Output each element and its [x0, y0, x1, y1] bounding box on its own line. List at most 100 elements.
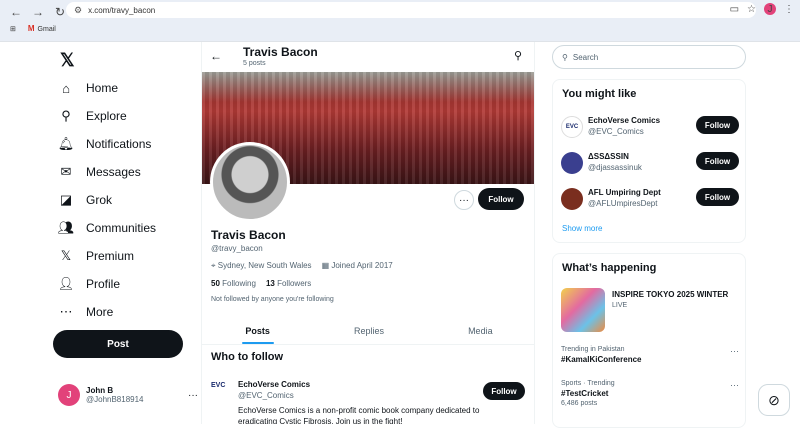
tab-media[interactable]: Media	[425, 317, 534, 344]
follow-note: Not followed by anyone you're following	[211, 296, 334, 303]
who-to-follow-title: Who to follow	[211, 351, 284, 363]
more-dots-icon[interactable]: ···	[730, 346, 739, 356]
avatar: EVC	[561, 116, 583, 138]
person-icon: 👤︎	[57, 276, 75, 291]
sidebar-item-messages[interactable]: ✉ Messages	[58, 164, 141, 180]
browser-actions: ▭ ☆ J ⋮	[730, 3, 794, 15]
search-icon: ⚲	[61, 108, 71, 123]
more-options-button[interactable]: ···	[454, 190, 474, 210]
back-arrow-icon[interactable]: ←	[8, 4, 24, 20]
joined-date: ▦ Joined April 2017	[322, 261, 393, 271]
location-text: Sydney, New South Wales	[217, 261, 312, 270]
suggestion-row[interactable]: AFL Umpiring Dept @AFLUmpiresDept Follow	[561, 186, 739, 210]
account-name: John B	[86, 386, 114, 395]
trend-title: #KamalKiConference	[561, 355, 642, 364]
location-pin-icon: ⌖	[211, 261, 218, 270]
account-switcher[interactable]: J John B @JohnB818914 ···	[58, 384, 198, 406]
trend-item[interactable]: Sports · Trending #TestCricket 6,486 pos…	[561, 380, 739, 407]
profile-column: ← Travis Bacon 5 posts ⚲ ··· Follow Trav…	[201, 42, 535, 424]
follow-button[interactable]: Follow	[696, 188, 739, 206]
address-bar[interactable]: ⚙ x.com/travy_bacon	[66, 2, 756, 18]
sidebar-item-home[interactable]: ⌂ Home	[58, 80, 118, 96]
location: ⌖ Sydney, New South Wales	[211, 261, 312, 271]
sidebar-item-more[interactable]: ⋯ More	[58, 304, 114, 320]
sidebar-item-label: Profile	[86, 277, 121, 291]
sidebar-item-explore[interactable]: ⚲ Explore	[58, 108, 126, 124]
sidebar-item-label: Notifications	[86, 137, 152, 151]
search-placeholder: Search	[572, 52, 599, 62]
x-logo-icon[interactable]: 𝕏	[60, 50, 75, 71]
search-icon[interactable]: ⚲	[514, 49, 522, 62]
following-count: 50	[211, 279, 220, 288]
follow-button[interactable]: Follow	[478, 188, 524, 210]
profile-meta: ⌖ Sydney, New South Wales ▦ Joined April…	[211, 261, 393, 271]
profile-handle: @travy_bacon	[211, 244, 263, 253]
profile-photo[interactable]	[210, 142, 290, 222]
grok-fab-icon[interactable]: ⊘	[758, 384, 790, 416]
menu-kebab-icon[interactable]: ⋮	[784, 4, 794, 15]
mail-icon: ✉	[60, 164, 72, 179]
account-info: John B @JohnB818914	[86, 386, 144, 404]
event-thumbnail[interactable]	[561, 288, 605, 332]
suggestion-name: AFL Umpiring Dept	[588, 188, 661, 197]
browser-nav: ← → ↻	[8, 4, 68, 20]
forward-arrow-icon[interactable]: →	[30, 4, 46, 20]
sidebar-item-communities[interactable]: 👥︎ Communities	[58, 220, 156, 236]
profile-avatar[interactable]: J	[764, 3, 776, 15]
suggestion-handle: @AFLUmpiresDept	[588, 199, 658, 208]
post-button[interactable]: Post	[53, 330, 183, 358]
site-settings-icon[interactable]: ⚙	[74, 5, 82, 16]
gmail-icon: M	[27, 24, 35, 33]
sidebar-item-label: Communities	[86, 221, 157, 235]
following-link[interactable]: 50 Following	[211, 279, 256, 288]
bookmark-gmail[interactable]: M Gmail	[28, 24, 56, 33]
sidebar-item-premium[interactable]: 𝕏 Premium	[58, 248, 134, 264]
followers-link[interactable]: 13 Followers	[266, 279, 311, 288]
grok-icon: ◪	[59, 192, 73, 207]
bookmarks-bar: ⊞ M Gmail	[10, 24, 56, 33]
profile-tabs: Posts Replies Media	[202, 317, 534, 345]
evc-logo: EVC	[211, 382, 226, 389]
trend-post-count: 6,486 posts	[561, 400, 598, 407]
followers-label: Followers	[277, 279, 312, 288]
you-might-like-title: You might like	[562, 88, 637, 100]
calendar-icon: ▦	[321, 261, 332, 270]
joined-text: Joined April 2017	[331, 261, 393, 270]
url-text: x.com/travy_bacon	[88, 5, 156, 15]
back-arrow-icon[interactable]: ←	[210, 49, 222, 63]
suggestion-name: EchoVerse Comics	[238, 380, 311, 389]
search-input[interactable]: ⚲ Search	[552, 45, 746, 69]
sidebar-item-grok[interactable]: ◪ Grok	[58, 192, 112, 208]
cast-icon[interactable]: ▭	[730, 4, 739, 15]
whats-happening-card: What’s happening INSPIRE TOKYO 2025 WINT…	[552, 253, 746, 428]
suggestion-bio: EchoVerse Comics is a non-profit comic b…	[238, 406, 480, 424]
follow-button[interactable]: Follow	[483, 382, 525, 400]
tab-posts[interactable]: Posts	[202, 317, 313, 344]
sidebar-item-notifications[interactable]: 🔔︎ Notifications	[58, 136, 152, 152]
suggestion-name: ΔSSΔSSIN	[588, 152, 629, 161]
suggestion-row[interactable]: EVC EchoVerse Comics @EVC_Comics Follow	[561, 114, 739, 138]
event-title[interactable]: INSPIRE TOKYO 2025 WINTER	[612, 290, 728, 299]
follow-button[interactable]: Follow	[696, 116, 739, 134]
show-more-link[interactable]: Show more	[562, 224, 602, 233]
trend-item[interactable]: Trending in Pakistan #KamalKiConference …	[561, 346, 739, 364]
follow-button[interactable]: Follow	[696, 152, 739, 170]
sidebar-item-label: Messages	[86, 165, 141, 179]
suggestion-row[interactable]: ΔSSΔSSIN @djassassinuk Follow	[561, 150, 739, 174]
apps-grid-icon[interactable]: ⊞	[10, 25, 16, 33]
profile-name: Travis Bacon	[211, 228, 286, 242]
more-dots-icon: ···	[188, 389, 198, 401]
right-sidebar: ⚲ Search You might like EVC EchoVerse Co…	[545, 42, 800, 428]
more-dots-icon[interactable]: ···	[730, 380, 739, 390]
suggestion-handle: @EVC_Comics	[588, 127, 644, 136]
trend-context: Trending in Pakistan	[561, 346, 625, 353]
sidebar-item-profile[interactable]: 👤︎ Profile	[58, 276, 120, 292]
tab-replies[interactable]: Replies	[313, 317, 424, 344]
profile-stats: 50 Following 13 Followers	[211, 279, 311, 288]
home-icon: ⌂	[62, 80, 70, 96]
profile-header-bar: ← Travis Bacon 5 posts ⚲	[202, 42, 534, 72]
suggestion-handle: @djassassinuk	[588, 163, 642, 172]
whats-happening-title: What’s happening	[562, 262, 657, 274]
sidebar-item-label: Premium	[86, 249, 135, 263]
bookmark-star-icon[interactable]: ☆	[747, 4, 756, 15]
